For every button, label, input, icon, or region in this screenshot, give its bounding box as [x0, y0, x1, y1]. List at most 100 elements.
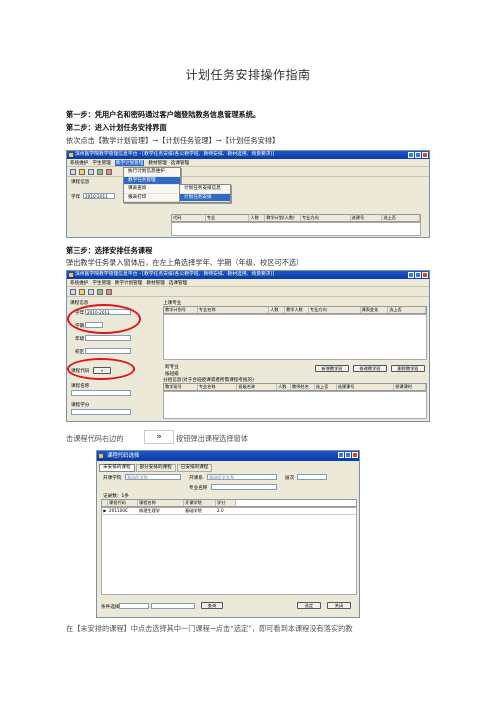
open-icon[interactable] — [79, 288, 85, 295]
grade-select[interactable] — [85, 335, 131, 341]
menu-item-textbooks[interactable]: 教材管理 — [148, 160, 166, 166]
col-count: 人数 — [277, 384, 292, 390]
tab-partial[interactable]: 部分安排的课程 — [135, 464, 176, 472]
step3-description: 弹出教学任务录入窗体后，在左上角选择学年、学期（年级、校区可不选） — [66, 258, 304, 267]
print-icon[interactable] — [97, 288, 103, 295]
campus-label: 校区 — [75, 350, 85, 355]
cell-college: 基础学院 — [185, 508, 202, 513]
col-major-name: 专业名称 — [197, 307, 270, 313]
menu-timetable-query[interactable]: 课表查询 — [124, 185, 180, 194]
menu-item-system[interactable]: 系统维护 — [70, 160, 88, 166]
close-button[interactable]: 关闭 — [327, 602, 351, 609]
major-name-select[interactable] — [211, 484, 277, 490]
major-name-label: 专业名称 — [189, 486, 208, 491]
tab-label[interactable]: 课程信息 — [71, 179, 89, 185]
menu-report-print[interactable]: 报表打印 — [124, 194, 180, 202]
click-instruction-suffix: 按钮弹出课程选择窗体 — [176, 434, 248, 443]
dialog-titlebar: 课程代码选择 — [97, 451, 359, 461]
select-button[interactable]: 选定 — [297, 602, 321, 609]
col-direction: 专业方向 — [300, 215, 351, 221]
print-icon[interactable] — [97, 168, 103, 175]
menu-item-textbooks[interactable]: 教材管理 — [146, 280, 164, 286]
course-credit-label: 课程学分 — [71, 403, 90, 408]
col-count: 人数 — [249, 215, 266, 221]
col-schedule-change: 课表变化 — [360, 307, 389, 313]
level-select[interactable] — [297, 474, 327, 480]
col-selected: 选上否 — [382, 215, 421, 221]
col-plan-no: 教学计划号 — [164, 307, 198, 313]
col-teach-count: 教学人数 — [285, 307, 309, 313]
major-grid-header: 教学计划号 专业名称 人数 教学人数 专业方向 课表变化 选上否 — [163, 306, 427, 314]
save-icon[interactable] — [88, 168, 94, 175]
menu-plan-info[interactable]: 执行计划信息维护 — [124, 168, 180, 177]
col-course-code: 课程代码 — [108, 500, 138, 506]
open-icon[interactable] — [79, 168, 85, 175]
college-label: 开课学院 — [103, 476, 122, 481]
window-controls — [408, 152, 428, 158]
col-select-no: 选课课号 — [336, 384, 395, 390]
course-name-label: 课程名称 — [71, 384, 90, 389]
col-selected: 选上否 — [388, 307, 427, 313]
col-major: 专业 — [205, 215, 250, 221]
cell-credit: 2.0 — [217, 508, 224, 513]
grade-label: 年级 — [75, 337, 85, 342]
col-credit: 学分 — [216, 500, 236, 506]
step1-heading: 第一步：凭用户名和密码通过客户端登陆教务信息管理系统。 — [66, 110, 261, 119]
condition-select[interactable] — [119, 603, 149, 609]
cell-course-code: 201100C — [109, 508, 128, 513]
menu-task-info[interactable]: 计划任务安排信息 — [180, 185, 230, 194]
col-code: 代码 — [172, 215, 206, 221]
window-title: 滨州医学院教学管理信息平台 - [教学任务安排(各公教学班、教师安排、教材选用、… — [75, 152, 275, 157]
cross-major-checkbox[interactable]: 跨专业 — [165, 364, 179, 370]
menu-item-course-selection[interactable]: 选课管理 — [171, 160, 189, 166]
close-icon[interactable] — [106, 288, 112, 295]
highlight-year-term — [67, 304, 141, 334]
dialog-icon — [99, 454, 103, 458]
col-direction: 专业方向 — [308, 307, 361, 313]
menu-item-course-selection[interactable]: 选课管理 — [169, 280, 187, 286]
menu-bar: 系统维护 学生管理 教学计划管理 教材管理 选课管理 — [67, 159, 429, 167]
delete-class-button[interactable]: 删除教学班 — [391, 365, 425, 372]
condition-value[interactable] — [151, 603, 195, 609]
edit-class-button[interactable]: 修改教学班 — [353, 365, 387, 372]
campus-select[interactable] — [85, 348, 131, 354]
cell-course-name: 病理生理学 — [139, 508, 160, 513]
col-college: 开课学院 — [184, 500, 216, 506]
window-title: 滨州医学院教学管理信息平台 - [教学任务安排(各公教学班、教师安排、教材选用、… — [75, 272, 275, 277]
menu-item-teaching-plan[interactable]: 教学计划管理 — [115, 280, 143, 286]
col-select-no: 选课号 — [350, 215, 383, 221]
table-row[interactable]: ▶ 201100C 病理生理学 基础学院 2.0 — [102, 508, 356, 515]
final-instruction: 在【未安排的课程】中点击选择其中一门课程→点击“选定”，即可看到本课程没有落实的… — [66, 624, 353, 633]
new-icon[interactable] — [70, 168, 76, 175]
year-select[interactable]: 2010-2011 — [83, 193, 115, 199]
college-select[interactable]: 基础医学院 — [125, 474, 181, 480]
course-name-field[interactable] — [71, 390, 131, 396]
year-label: 学年 — [71, 195, 81, 200]
course-list-header: 课程代码 课程名称 开课学院 学分 — [101, 499, 357, 507]
dropdown-task-submenu: 计划任务安排信息 计划任务安排 — [179, 184, 231, 203]
col-teacher: 教师姓名 — [291, 384, 315, 390]
tab-scheduled[interactable]: 已安排的课程 — [176, 464, 213, 472]
condition-label: 条件选择 — [101, 605, 120, 610]
dept-select[interactable]: 基础医学学系 — [207, 474, 277, 480]
new-icon[interactable] — [70, 288, 76, 295]
level-label: 层次 — [285, 476, 295, 481]
add-class-button[interactable]: 新增教学班 — [315, 365, 349, 372]
screenshot-menu-path: 滨州医学院教学管理信息平台 - [教学任务安排(各公教学班、教师安排、教材选用、… — [66, 150, 430, 238]
save-icon[interactable] — [88, 288, 94, 295]
tab-unscheduled[interactable]: 未安排的课程 — [99, 464, 135, 472]
course-credit-field[interactable] — [71, 409, 131, 415]
course-grid-body — [171, 222, 421, 236]
close-icon[interactable] — [106, 168, 112, 175]
query-button[interactable]: 查询 — [201, 602, 223, 609]
menu-item-system[interactable]: 系统维护 — [70, 280, 88, 286]
menu-task-management[interactable]: 教学任务管理 — [124, 176, 180, 185]
highlight-course-code — [67, 358, 135, 380]
menu-item-teaching-plan[interactable]: 教学计划管理 — [114, 159, 145, 166]
app-icon — [69, 153, 73, 157]
window-controls — [408, 272, 428, 278]
menu-item-students[interactable]: 学生管理 — [92, 280, 110, 286]
dropdown-teaching-plan: 执行计划信息维护 教学任务管理 课表查询 报表打印 — [123, 167, 181, 203]
menu-task-arrange[interactable]: 计划任务安排 — [180, 193, 230, 202]
menu-item-students[interactable]: 学生管理 — [92, 160, 110, 166]
